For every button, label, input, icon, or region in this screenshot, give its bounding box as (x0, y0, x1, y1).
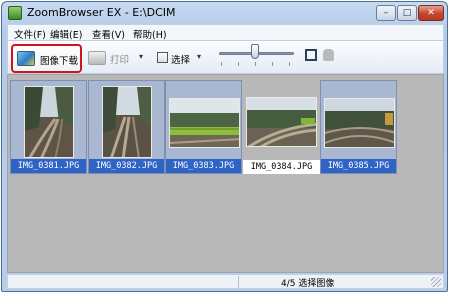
title-bar[interactable]: ZoomBrowser EX - E:\DCIM – □ ✕ (2, 2, 447, 24)
menu-bar: 文件(F) 编辑(E) 查看(V) 帮助(H) (7, 24, 444, 41)
thumbnail-area[interactable]: IMG_0381.JPG IMG_0382.JPG IMG_0383.JPG I… (7, 74, 444, 273)
window-title: ZoomBrowser EX - E:\DCIM (27, 6, 176, 19)
slider-tick (255, 62, 256, 66)
printer-icon[interactable] (88, 51, 106, 65)
app-icon (8, 6, 22, 20)
thumbnail-filename: IMG_0381.JPG (11, 159, 86, 173)
menu-help[interactable]: 帮助(H) (133, 27, 167, 41)
resize-grip-icon[interactable] (431, 277, 441, 287)
select-icon[interactable] (157, 52, 168, 63)
image-download-button[interactable]: 图像下载 (11, 44, 82, 73)
thumbnail-filename: IMG_0382.JPG (89, 159, 164, 173)
menu-view[interactable]: 查看(V) (92, 27, 125, 41)
thumbnail-item[interactable]: IMG_0381.JPG (10, 80, 87, 174)
print-button[interactable]: 打印 (110, 52, 129, 66)
slider-tick (289, 62, 290, 66)
thumbnail-filename: IMG_0385.JPG (321, 159, 396, 173)
app-window: ZoomBrowser EX - E:\DCIM – □ ✕ 文件(F) 编辑(… (1, 1, 448, 292)
thumbnail-item[interactable]: IMG_0385.JPG (320, 80, 397, 174)
photo-thumbnail (102, 86, 152, 158)
print-dropdown-icon[interactable]: ▾ (139, 52, 143, 61)
slider-tick (238, 62, 239, 66)
slider-tick (272, 62, 273, 66)
toolbar: 图像下载 打印 ▾ 选择 ▾ (7, 41, 444, 74)
zoom-slider-thumb[interactable] (251, 44, 259, 59)
menu-edit[interactable]: 编辑(E) (50, 27, 82, 41)
thumbnail-item[interactable]: IMG_0384.JPG (243, 80, 320, 174)
status-divider (238, 276, 239, 288)
select-button[interactable]: 选择 (171, 52, 190, 66)
photo-thumbnail (246, 97, 317, 147)
fit-to-window-icon[interactable] (305, 49, 317, 61)
minimize-button[interactable]: – (376, 5, 396, 21)
slider-tick (221, 62, 222, 66)
selection-status: 4/5 选择图像 (281, 279, 335, 289)
camera-download-icon (17, 51, 35, 66)
select-dropdown-icon[interactable]: ▾ (197, 52, 201, 61)
status-bar: 4/5 选择图像 (7, 274, 444, 289)
thumbnail-filename: IMG_0383.JPG (166, 159, 241, 173)
photo-thumbnail (324, 98, 395, 148)
menu-file[interactable]: 文件(F) (14, 27, 46, 41)
thumbnail-item[interactable]: IMG_0382.JPG (88, 80, 165, 174)
maximize-button[interactable]: □ (397, 5, 417, 21)
photo-thumbnail (24, 86, 74, 158)
hand-icon[interactable] (323, 49, 334, 61)
thumbnail-filename: IMG_0384.JPG (243, 160, 320, 174)
thumbnail-item[interactable]: IMG_0383.JPG (165, 80, 242, 174)
close-button[interactable]: ✕ (418, 5, 444, 21)
photo-thumbnail (169, 98, 240, 148)
image-download-label: 图像下载 (40, 56, 79, 67)
